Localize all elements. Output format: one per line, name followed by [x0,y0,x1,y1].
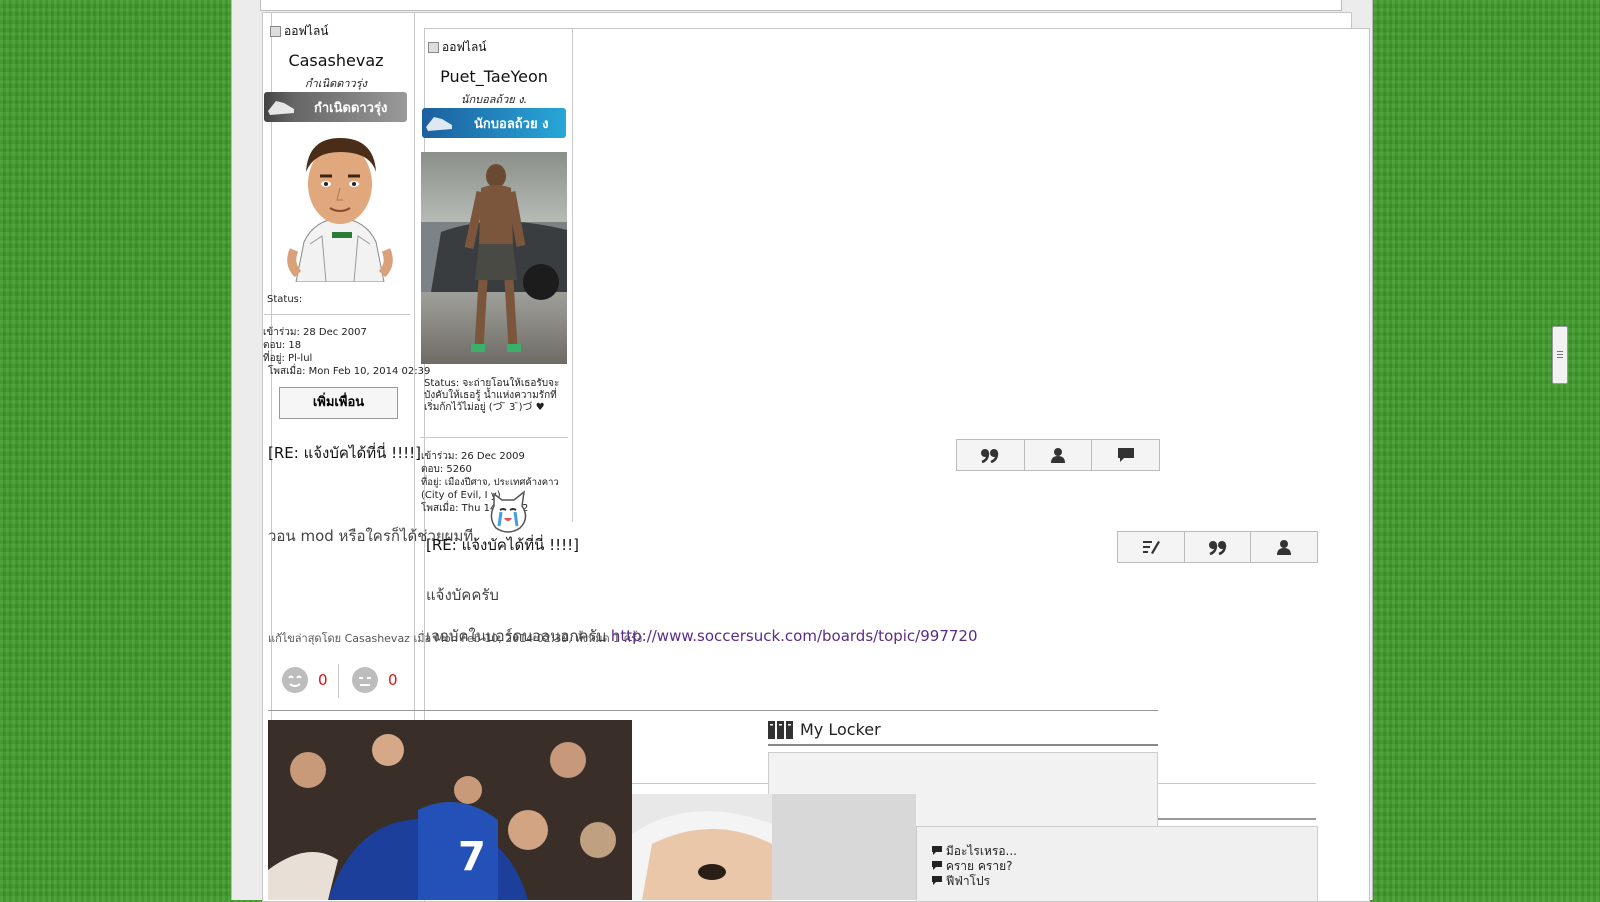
edit-icon [1142,541,1160,554]
post-time: โพสเมื่อ: Mon Feb 10, 2014 02:39 [268,366,431,377]
online-status: ออฟไลน์ [270,22,329,41]
divider [338,664,339,698]
post-body-line2: เจอบัคในบอร์ดบอลนอกครับ http://www.socce… [426,624,978,648]
like-count: 0 [318,671,328,689]
dislike-count: 0 [388,671,398,689]
comment-icon [932,876,942,885]
online-status: ออฟไลน์ [428,38,487,57]
sidebar-item[interactable]: คราย คราย? [932,859,1017,874]
sidebar-list: มีอะไรเหรอ... คราย คราย? ฟีฟ่าโปร [932,844,1017,889]
user-icon [1051,448,1065,463]
avatar[interactable] [284,132,396,283]
locker-underline [768,744,1158,746]
user-location: ที่อยู่: Pl-lul [263,353,313,364]
comment-icon [1117,448,1134,462]
comment-icon [932,846,942,855]
joined-date: เข้าร่วม: 26 Dec 2009 [421,451,525,462]
add-friend-button[interactable]: เพิ่มเพื่อน [279,387,398,419]
post1-action-bar [956,439,1160,471]
like-button[interactable]: 0 [280,664,328,696]
post-title: [RE: แจ้งบัคได้ที่นี่ !!!!] [426,536,580,554]
divider [420,437,568,438]
mascot-sticker [486,488,530,538]
avatar[interactable] [421,152,567,364]
status-label: ออฟไลน์ [442,40,487,54]
like-face-icon [282,667,308,693]
post-title: [RE: แจ้งบัคได้ที่นี่ !!!!] [268,444,422,462]
locker-icon [768,720,793,739]
edit-button[interactable] [1118,532,1185,562]
user-status: Status: จะถ่ายโอนให้เธอรับจะบังคับให้เธอ… [424,378,560,413]
post-body: แจ้งบัคครับ [426,586,499,604]
quote-icon [981,449,999,463]
username[interactable]: Casashevaz [272,51,400,70]
divider [264,314,410,315]
boot-icon [268,101,294,115]
rank-badge-label: กำเนิดดาวรุ่ง [314,100,388,116]
user-icon [1277,540,1292,555]
topic-link[interactable]: http://www.soccersuck.com/boards/topic/9… [611,627,978,645]
signature-image [632,794,916,900]
column-divider [572,28,573,522]
crying-mascot-icon [490,490,527,533]
sidebar-item[interactable]: มีอะไรเหรอ... [932,844,1017,859]
sidebar-item-label: คราย คราย? [945,859,1013,873]
rank-badge: นักบอลถ้วย ง [422,108,566,138]
post2-action-bar [1117,531,1318,563]
user-rank: นักบอลถ้วย ง. [460,93,528,106]
username[interactable]: Puet_TaeYeon [418,67,570,86]
quote-button[interactable] [1185,532,1252,562]
user-status: Status: [267,294,303,305]
quote-icon [1208,541,1226,555]
user-rank: กำเนิดดาวรุ่ง [304,77,368,90]
scrollbar-thumb[interactable] [1552,326,1568,384]
svg-text:7: 7 [458,834,486,880]
signature-image: 7 [268,720,632,900]
locker-header: My Locker [768,720,881,739]
status-label: ออฟไลน์ [284,24,329,38]
profile-button[interactable] [1025,440,1093,470]
sidebar-item-label: ฟีฟ่าโปร [945,874,991,888]
locker-title: My Locker [800,720,881,739]
sidebar-item-label: มีอะไรเหรอ... [945,844,1017,858]
comment-button[interactable] [1092,440,1159,470]
joined-date: เข้าร่วม: 28 Dec 2007 [263,327,367,338]
rank-badge-label: นักบอลถ้วย ง [474,116,549,132]
comment-icon [932,861,942,870]
dislike-face-icon [352,667,378,693]
rank-badge: กำเนิดดาวรุ่ง [264,92,407,122]
profile-button[interactable] [1251,532,1317,562]
offline-indicator-icon [270,26,281,37]
boot-icon [426,117,452,131]
sidebar-item[interactable]: ฟีฟ่าโปร [932,874,1017,889]
reply-count: ตอบ: 18 [263,340,302,351]
offline-indicator-icon [428,42,439,53]
reply-count: ตอบ: 5260 [421,464,472,475]
dislike-button[interactable]: 0 [350,664,398,696]
quote-button[interactable] [957,440,1025,470]
post-body-text: เจอบัคในบอร์ดบอลนอกครับ [426,627,607,645]
previous-post-frame [260,0,1342,11]
post-separator [268,710,1158,711]
